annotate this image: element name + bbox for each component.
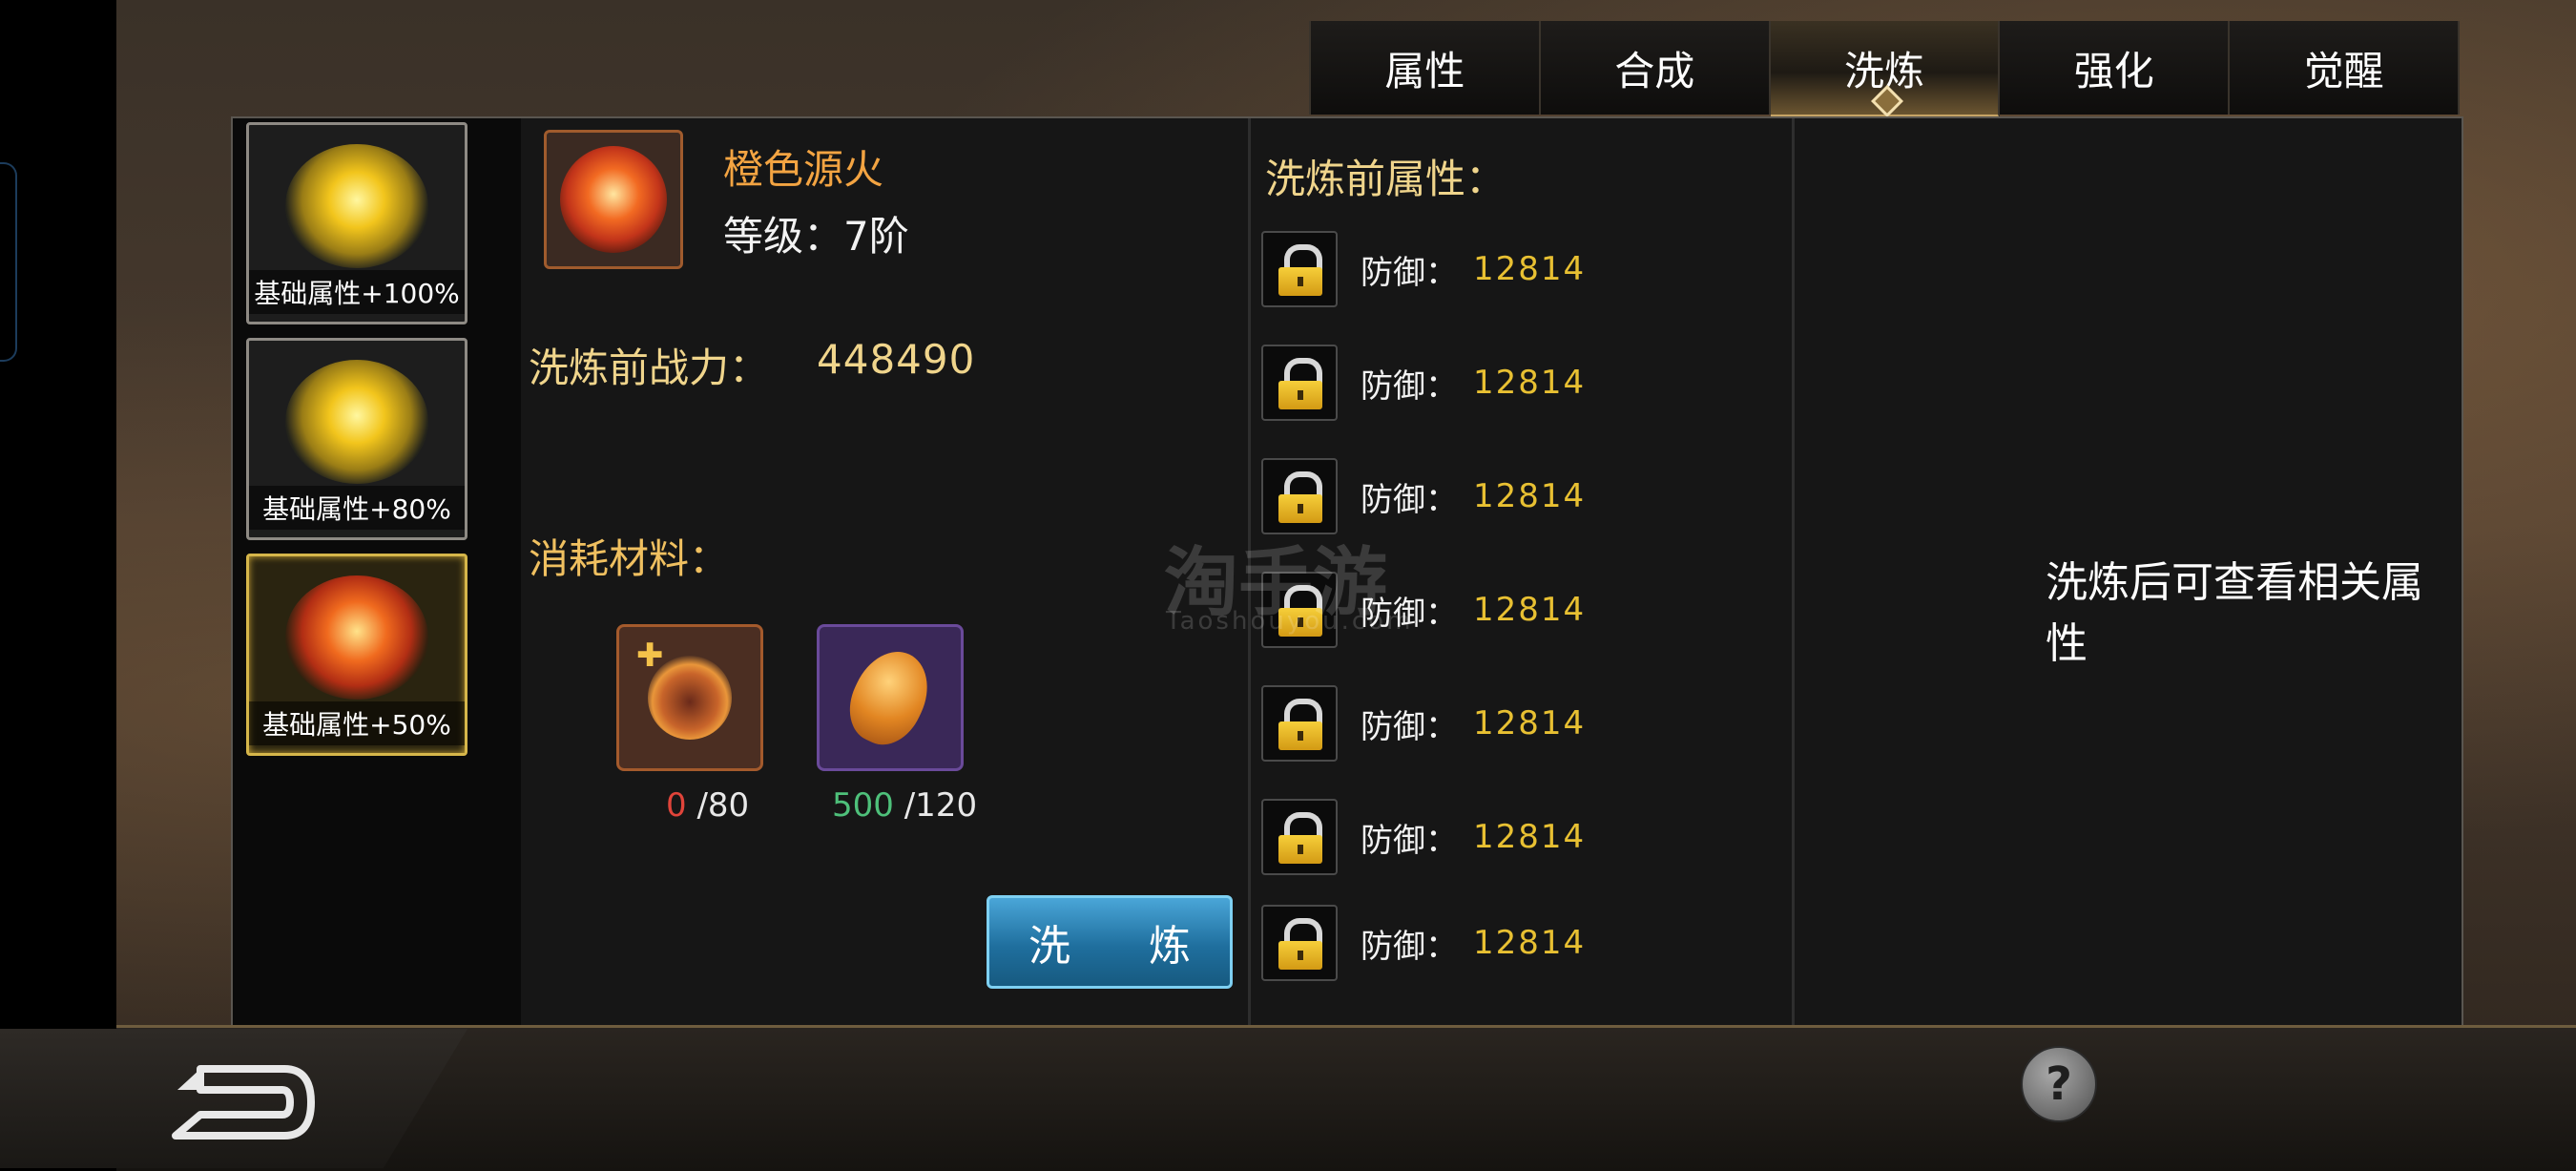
screen-edge-notch <box>0 162 17 362</box>
attribute-value: 12814 <box>1473 477 1587 515</box>
attribute-value: 12814 <box>1473 704 1587 742</box>
divider <box>1792 118 1795 1025</box>
item-name: 橙色源火 <box>723 146 884 193</box>
tab-enhance[interactable]: 强化 <box>2000 21 2231 115</box>
tab-synthesis[interactable]: 合成 <box>1540 21 1771 115</box>
gold-orb-icon <box>285 144 428 268</box>
equipment-slot-1[interactable]: 基础属性+100% <box>246 122 467 324</box>
item-level: 等级：7阶 <box>723 213 909 260</box>
unlock-icon[interactable] <box>1261 905 1338 981</box>
red-orb-icon <box>285 575 428 700</box>
attribute-row: 防御： 12814 <box>1261 905 1586 981</box>
attribute-row: 防御： 12814 <box>1261 345 1586 421</box>
equipment-slot-2[interactable]: 基础属性+80% <box>246 338 467 540</box>
slot-label: 基础属性+80% <box>249 486 465 530</box>
attribute-value: 12814 <box>1473 250 1587 288</box>
tab-label: 觉醒 <box>2303 47 2384 94</box>
unlock-icon[interactable] <box>1261 345 1338 421</box>
help-button[interactable]: ? <box>2021 1046 2097 1122</box>
attribute-name: 防御： <box>1361 927 1458 966</box>
slot-label: 基础属性+100% <box>249 270 465 314</box>
fire-essence-icon[interactable]: ✚ <box>616 624 763 771</box>
attribute-name: 防御： <box>1361 707 1458 746</box>
watermark-url: Taoshouyou.com <box>1166 607 1414 636</box>
equipment-slot-3[interactable]: 基础属性+50% <box>246 554 467 756</box>
refine-button-char: 洗 <box>1028 922 1070 971</box>
tab-bar: 属性 合成 洗炼 强化 觉醒 <box>1309 21 2460 118</box>
material-need: /80 <box>696 786 750 825</box>
attribute-name: 防御： <box>1361 366 1458 406</box>
amber-stone-icon[interactable] <box>817 624 964 771</box>
power-value: 448490 <box>817 336 976 383</box>
attribute-value: 12814 <box>1473 364 1587 402</box>
plus-icon: ✚ <box>636 637 664 675</box>
after-refine-note: 洗炼后可查看相关属性 <box>2046 558 2423 668</box>
attribute-name: 防御： <box>1361 253 1458 292</box>
refine-button[interactable]: 洗 炼 <box>987 895 1233 989</box>
bottom-bar <box>116 1025 2576 1171</box>
attribute-name: 防御： <box>1361 821 1458 860</box>
materials-label: 消耗材料： <box>529 535 730 582</box>
tab-label: 合成 <box>1614 47 1695 94</box>
slot-label: 基础属性+50% <box>249 701 465 745</box>
attribute-row: 防御： 12814 <box>1261 799 1586 875</box>
tab-refine[interactable]: 洗炼 <box>1770 21 2001 118</box>
unlock-icon[interactable] <box>1261 799 1338 875</box>
tab-attributes[interactable]: 属性 <box>1309 21 1541 115</box>
attribute-row: 防御： 12814 <box>1261 685 1586 762</box>
equipment-slot-list: 基础属性+100% 基础属性+80% 基础属性+50% <box>233 118 521 1025</box>
tab-label: 强化 <box>2073 47 2154 94</box>
power-label: 洗炼前战力： <box>529 345 770 391</box>
attribute-value: 12814 <box>1473 818 1587 856</box>
refine-button-char: 炼 <box>1149 922 1191 971</box>
attribute-name: 防御： <box>1361 480 1458 519</box>
material-count-2: 500 /120 <box>832 786 977 825</box>
material-have: 0 <box>666 786 687 825</box>
unlock-icon[interactable] <box>1261 231 1338 307</box>
orange-fire-orb-icon <box>560 146 667 253</box>
back-arrow-icon <box>172 1065 315 1140</box>
tab-awaken[interactable]: 觉醒 <box>2230 21 2460 115</box>
attribute-row: 防御： 12814 <box>1261 231 1586 307</box>
attributes-title: 洗炼前属性： <box>1265 156 1506 202</box>
material-have: 500 <box>832 786 894 825</box>
item-icon[interactable] <box>544 130 683 269</box>
attribute-value: 12814 <box>1473 924 1587 962</box>
gold-orb-icon <box>285 360 428 484</box>
material-need: /120 <box>904 786 978 825</box>
tab-label: 属性 <box>1384 47 1465 94</box>
amber-stone-core <box>837 639 942 756</box>
unlock-icon[interactable] <box>1261 685 1338 762</box>
material-count-1: 0 /80 <box>666 786 749 825</box>
attribute-value: 12814 <box>1473 591 1587 629</box>
